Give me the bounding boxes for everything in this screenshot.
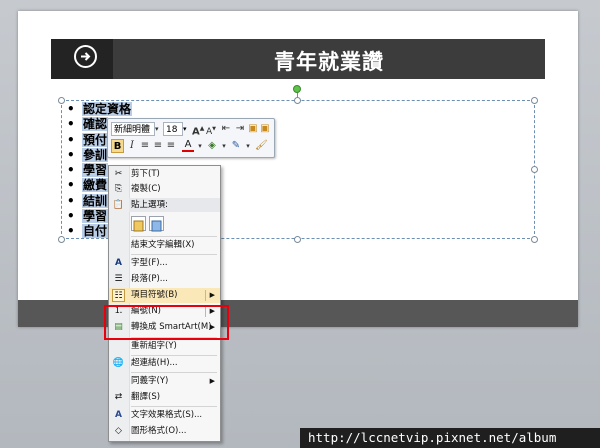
align-right-icon[interactable]: ≡ <box>165 139 177 153</box>
menu-item-text-effects[interactable]: A 文字效果格式(S)... <box>109 408 220 423</box>
title-bar[interactable]: 青年就業讚 <box>113 39 545 79</box>
outline-color-icon[interactable]: ✎ <box>230 139 242 153</box>
paste-options-header: 貼上選項: <box>129 198 220 212</box>
resize-handle-br[interactable] <box>531 236 538 243</box>
smartart-highlight-box <box>104 305 229 340</box>
font-color-dropdown-icon[interactable]: ▾ <box>194 139 206 153</box>
menu-item-font[interactable]: A 字型(F)... <box>109 256 220 271</box>
send-backward-icon[interactable]: ▣ <box>259 122 271 136</box>
format-painter-icon[interactable]: 🖌 <box>255 139 268 153</box>
grow-font-icon[interactable]: A▲ <box>192 122 204 137</box>
font-name-box[interactable]: 新細明體 <box>111 122 155 136</box>
menu-separator <box>131 406 217 407</box>
menu-separator <box>131 372 217 373</box>
shape-format-icon: ◇ <box>115 426 122 436</box>
menu-item-paragraph[interactable]: ☰ 段落(P)... <box>109 272 220 287</box>
context-menu[interactable]: ✂ 剪下(T) ⎘ 複製(C) 貼上選項: 📋 結束文字編輯(X) A 字型(F… <box>108 165 221 442</box>
italic-button[interactable]: I <box>126 139 138 153</box>
align-center-icon[interactable]: ≡ <box>139 139 151 153</box>
resize-handle-t[interactable] <box>294 97 301 104</box>
menu-item-reuse-text[interactable]: 重新組字(Y) <box>109 339 220 354</box>
mini-toolbar[interactable]: 新細明體 ▾ 18 ▾ A▲ A▼ ⇤ ⇥ ▣ ▣ B I ≡ ≡ ≡ A ▾ … <box>107 118 275 158</box>
font-name-dropdown-icon[interactable]: ▾ <box>155 122 162 136</box>
watermark-bar: http://lccnetvip.pixnet.net/album <box>300 428 600 448</box>
paragraph-icon: ☰ <box>114 274 123 284</box>
decrease-indent-icon[interactable]: ⇤ <box>220 122 232 136</box>
fill-color-icon[interactable]: ◈ <box>206 139 218 153</box>
translate-icon: ⇄ <box>114 392 123 402</box>
paste-keep-format-button[interactable] <box>131 216 146 232</box>
resize-handle-bl[interactable] <box>58 236 65 243</box>
bring-forward-icon[interactable]: ▣ <box>247 122 259 136</box>
menu-item-copy[interactable]: ⎘ 複製(C) <box>109 182 220 197</box>
font-size-box[interactable]: 18 <box>163 122 183 136</box>
arrow-circle-icon <box>74 45 97 68</box>
text-effects-icon: A <box>115 410 122 420</box>
bold-button[interactable]: B <box>111 139 124 153</box>
scissors-icon: ✂ <box>114 169 123 179</box>
menu-item-shape-format[interactable]: ◇ 圖形格式(O)... <box>109 424 220 439</box>
menu-item-synonyms[interactable]: 同義字(Y) ▶ <box>109 374 220 389</box>
globe-link-icon: 🌐 <box>112 358 125 368</box>
footer-bar <box>18 300 578 327</box>
menu-item-translate[interactable]: ⇄ 翻譯(S) <box>109 390 220 405</box>
submenu-arrow-icon: ▶ <box>209 377 215 385</box>
font-icon: A <box>115 258 122 268</box>
resize-handle-tr[interactable] <box>531 97 538 104</box>
align-left-icon[interactable]: ≡ <box>152 139 164 153</box>
menu-item-cut[interactable]: ✂ 剪下(T) <box>109 167 220 182</box>
paste-icon: 📋 <box>112 200 125 210</box>
submenu-arrow-icon: ▶ <box>209 291 215 299</box>
slide-title: 青年就業讚 <box>274 50 384 74</box>
menu-item-bullets[interactable]: ☷ 項目符號(B) ▶ <box>109 288 220 303</box>
watermark-url: http://lccnetvip.pixnet.net/album <box>308 430 557 445</box>
copy-icon: ⎘ <box>114 184 123 194</box>
font-color-button[interactable]: A <box>182 139 194 152</box>
bullets-icon: ☷ <box>112 289 125 302</box>
menu-item-exit-text-edit[interactable]: 結束文字編輯(X) <box>109 238 220 253</box>
fill-color-dropdown-icon[interactable]: ▾ <box>218 139 230 153</box>
resize-handle-b[interactable] <box>294 236 301 243</box>
rotation-handle[interactable] <box>293 85 301 93</box>
menu-separator <box>131 236 217 237</box>
menu-item-hyperlink[interactable]: 🌐 超連結(H)... <box>109 356 220 371</box>
menu-separator <box>131 254 217 255</box>
resize-handle-r[interactable] <box>531 166 538 173</box>
bullet-item[interactable]: • 認定資格 <box>67 102 133 117</box>
paste-picture-button[interactable] <box>149 216 164 232</box>
resize-handle-tl[interactable] <box>58 97 65 104</box>
outline-color-dropdown-icon[interactable]: ▾ <box>242 139 254 153</box>
shrink-font-icon[interactable]: A▼ <box>205 122 217 137</box>
increase-indent-icon[interactable]: ⇥ <box>234 122 246 136</box>
font-size-dropdown-icon[interactable]: ▾ <box>183 122 190 136</box>
